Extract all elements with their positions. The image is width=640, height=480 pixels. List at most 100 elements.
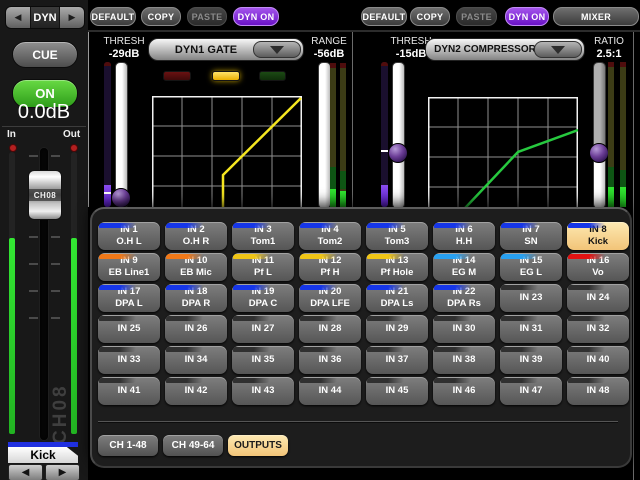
next-channel-button[interactable]: ▶ [45,464,80,480]
channel-button[interactable]: IN 15EG L [500,253,562,281]
channel-button[interactable]: IN 3Tom1 [232,222,294,250]
channel-button[interactable]: IN 35 [232,346,294,374]
channel-button[interactable]: IN 7SN [500,222,562,250]
gate-default-button[interactable]: DEFAULT [90,7,136,26]
view-next-icon[interactable]: ▶ [60,7,84,28]
comp-thresh-slider[interactable] [392,62,405,209]
view-selector[interactable]: ◀ DYN ▶ [5,6,85,29]
prev-channel-button[interactable]: ◀ [8,464,43,480]
channel-button[interactable]: IN 11Pf L [232,253,294,281]
channel-button[interactable]: IN 45 [366,377,428,405]
tab-ch-49-64[interactable]: CH 49-64 [163,435,223,456]
channel-button[interactable]: IN 30 [433,315,495,343]
comp-ratio-slider[interactable] [593,62,606,209]
channel-button[interactable]: IN 38 [433,346,495,374]
gate-dyn-on-button[interactable]: DYN ON [233,7,279,26]
channel-color-stripe [99,316,137,321]
comp-copy-button[interactable]: COPY [410,7,450,26]
channel-button[interactable]: IN 26 [165,315,227,343]
channel-id: IN 37 [386,354,409,366]
channel-id: IN 44 [319,385,342,397]
channel-button[interactable]: IN 34 [165,346,227,374]
channel-button[interactable]: IN 23 [500,284,562,312]
channel-button[interactable]: IN 42 [165,377,227,405]
view-label: DYN [30,7,60,28]
comp-dyn-on-button[interactable]: DYN ON [505,7,549,26]
channel-button[interactable]: IN 13Pf Hole [366,253,428,281]
channel-button[interactable]: IN 28 [299,315,361,343]
channel-button[interactable]: IN 16Vo [567,253,629,281]
channel-button[interactable]: IN 5Tom3 [366,222,428,250]
gate-dropdown-button[interactable] [253,41,301,58]
channel-button[interactable]: IN 22DPA Rs [433,284,495,312]
channel-button[interactable]: IN 43 [232,377,294,405]
fader-gain-value: 0.0dB [0,101,88,124]
gate-thresh-slider[interactable] [115,62,128,209]
channel-color-stripe [367,254,405,259]
channel-button[interactable]: IN 2O.H R [165,222,227,250]
channel-button[interactable]: IN 44 [299,377,361,405]
channel-button[interactable]: IN 48 [567,377,629,405]
tab-ch-1-48[interactable]: CH 1-48 [98,435,158,456]
tab-outputs[interactable]: OUTPUTS [228,435,288,456]
channel-id: IN 30 [453,323,476,335]
channel-button[interactable]: IN 36 [299,346,361,374]
channel-button[interactable]: IN 25 [98,315,160,343]
chevron-down-icon [270,46,284,54]
channel-button[interactable]: IN 1O.H L [98,222,160,250]
channel-button[interactable]: IN 32 [567,315,629,343]
gate-copy-button[interactable]: COPY [141,7,181,26]
channel-button[interactable]: IN 21DPA Ls [366,284,428,312]
channel-button[interactable]: IN 9EB Line1 [98,253,160,281]
channel-color-stripe [568,223,606,228]
channel-name: DPA L [115,298,142,310]
fader-handle[interactable]: CH08 [28,170,62,220]
mixer-button[interactable]: MIXER [553,7,639,26]
channel-button[interactable]: IN 39 [500,346,562,374]
channel-id: IN 24 [587,292,610,304]
channel-button[interactable]: IN 24 [567,284,629,312]
comp-dropdown-button[interactable] [534,41,582,58]
channel-color-stripe [568,347,606,352]
channel-name: Tom1 [251,236,276,248]
channel-button[interactable]: IN 12Pf H [299,253,361,281]
comp-ratio-knob[interactable] [589,143,609,163]
channel-button[interactable]: IN 18DPA R [165,284,227,312]
channel-button[interactable]: IN 37 [366,346,428,374]
channel-button[interactable]: IN 17DPA L [98,284,160,312]
channel-button[interactable]: IN 10EB Mic [165,253,227,281]
channel-button[interactable]: IN 27 [232,315,294,343]
gate-type-dropdown[interactable]: DYN1 GATE [148,38,304,61]
channel-id: IN 27 [252,323,275,335]
channel-color-stripe [568,378,606,383]
channel-button[interactable]: IN 47 [500,377,562,405]
channel-color-stripe [300,285,338,290]
comp-type-dropdown[interactable]: DYN2 COMPRESSOR [425,38,585,61]
channel-button[interactable]: IN 4Tom2 [299,222,361,250]
channel-button[interactable]: IN 46 [433,377,495,405]
channel-button[interactable]: IN 20DPA LFE [299,284,361,312]
channel-color-stripe [300,316,338,321]
channel-button[interactable]: IN 29 [366,315,428,343]
channel-button[interactable]: IN 14EG M [433,253,495,281]
channel-name-plate[interactable]: Kick [8,447,78,463]
comp-default-button[interactable]: DEFAULT [361,7,407,26]
channel-button[interactable]: IN 41 [98,377,160,405]
gate-paste-button[interactable]: PASTE [187,7,227,26]
channel-button[interactable]: IN 6H.H [433,222,495,250]
gate-thresh-knob[interactable] [111,188,131,208]
cue-button[interactable]: CUE [12,41,78,68]
channel-button[interactable]: IN 19DPA C [232,284,294,312]
channel-button[interactable]: IN 31 [500,315,562,343]
channel-color-stripe [166,347,204,352]
channel-strip-sidebar: ◀ DYN ▶ CUE ON 0.0dB In Out CH08 CH08 Ki… [0,0,88,480]
channel-id: IN 23 [520,292,543,304]
channel-color-stripe [99,285,137,290]
channel-id-watermark: CH08 [50,352,72,444]
comp-paste-button[interactable]: PASTE [456,7,497,26]
channel-button[interactable]: IN 33 [98,346,160,374]
channel-button[interactable]: IN 8Kick [567,222,629,250]
view-prev-icon[interactable]: ◀ [6,7,30,28]
channel-button[interactable]: IN 40 [567,346,629,374]
comp-thresh-knob[interactable] [388,143,408,163]
